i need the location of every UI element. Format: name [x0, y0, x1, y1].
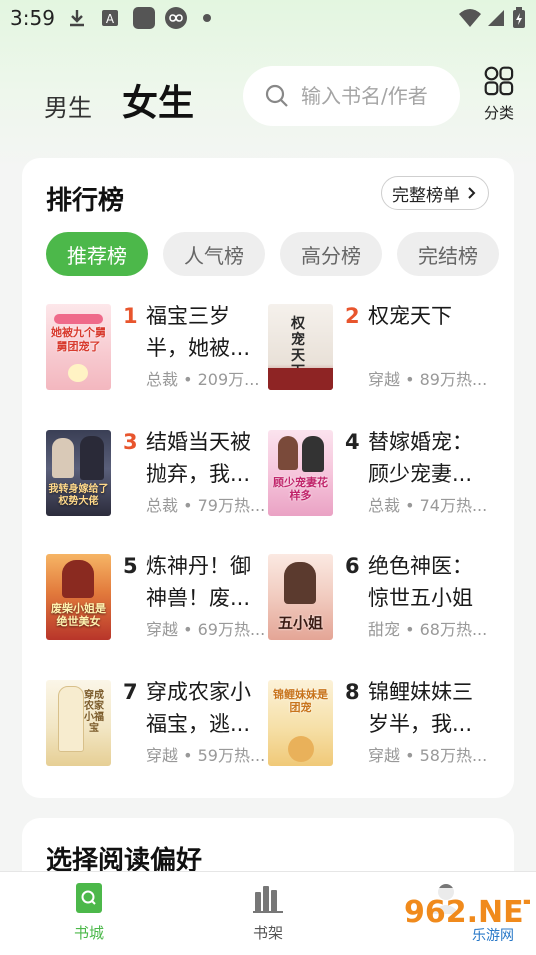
- cover-title: 顾少宠妻花样多: [273, 476, 328, 502]
- book-cover: 权宠天下: [268, 304, 333, 390]
- tab-male[interactable]: 男生: [44, 88, 92, 123]
- book-meta: 总裁 • 79万热...: [146, 496, 266, 515]
- nav-bookshelf[interactable]: 书架: [228, 882, 308, 943]
- book-cover: 锦鲤妹妹是团宠: [268, 680, 333, 766]
- svg-text:A: A: [106, 12, 115, 26]
- book-item[interactable]: 穿成农家小福宝 7 穿成农家小福宝，逃... 穿越 • 59万热...: [46, 680, 268, 770]
- category-label: 分类: [483, 104, 514, 122]
- book-title: 绝色神医：惊世五小姐: [368, 554, 473, 610]
- cover-title: 她被九个舅舅团宠了: [51, 326, 106, 353]
- book-title: 穿成农家小福宝，逃...: [146, 680, 251, 736]
- book-cover: 我转身嫁给了权势大佬: [46, 430, 111, 516]
- book-meta: 甜宠 • 68万热...: [368, 620, 488, 639]
- book-cover: 她被九个舅舅团宠了: [46, 304, 111, 390]
- book-item[interactable]: 她被九个舅舅团宠了 1 福宝三岁半，她被... 总裁 • 209万...: [46, 304, 268, 394]
- book-meta: 总裁 • 74万热...: [368, 496, 488, 515]
- tab-female[interactable]: 女生: [122, 74, 194, 126]
- status-bar: 3:59 A: [0, 0, 536, 36]
- top-header: 男生 女生 分类: [0, 60, 536, 140]
- category-button[interactable]: 分类: [478, 66, 520, 123]
- book-meta: 穿越 • 59万热...: [146, 746, 266, 765]
- rank-number: 1: [123, 304, 138, 328]
- nav-bookstore[interactable]: 书城: [49, 882, 129, 943]
- battery-icon: [513, 7, 525, 28]
- app-square-icon: [133, 7, 155, 29]
- wifi-icon: [459, 9, 481, 27]
- book-title: 结婚当天被抛弃，我...: [146, 430, 251, 486]
- book-item[interactable]: 五小姐 6 绝色神医：惊世五小姐 甜宠 • 68万热...: [268, 554, 490, 644]
- search-box[interactable]: [243, 66, 460, 126]
- infinity-icon: [165, 7, 187, 29]
- book-title: 权宠天下: [368, 304, 452, 328]
- cover-title: 我转身嫁给了权势大佬: [48, 484, 109, 507]
- bookstore-icon: [76, 883, 102, 913]
- book-item[interactable]: 我转身嫁给了权势大佬 3 结婚当天被抛弃，我... 总裁 • 79万热...: [46, 430, 268, 520]
- full-list-button[interactable]: 完整榜单: [381, 176, 489, 210]
- watermark-sub: 乐游网: [472, 928, 514, 944]
- rank-number: 6: [345, 554, 360, 578]
- chip-popular[interactable]: 人气榜: [163, 232, 265, 276]
- download-icon: [70, 10, 84, 27]
- chip-completed[interactable]: 完结榜: [397, 232, 499, 276]
- ranking-title: 排行榜: [46, 186, 125, 216]
- status-time: 3:59: [10, 6, 55, 30]
- book-meta: 穿越 • 89万热...: [368, 370, 488, 389]
- rank-number: 5: [123, 554, 138, 578]
- a-badge-icon: A: [102, 10, 118, 26]
- signal-icon: [488, 10, 504, 26]
- ranking-card: 排行榜 完整榜单 推荐榜 人气榜 高分榜 完结榜 她被九个舅舅团宠了 1 福宝三…: [22, 158, 514, 798]
- chip-high-score[interactable]: 高分榜: [280, 232, 382, 276]
- cover-title: 废柴小姐是绝世美女: [51, 602, 106, 628]
- book-title: 替嫁婚宠：顾少宠妻...: [368, 430, 473, 486]
- nav-bookshelf-label: 书架: [252, 924, 283, 942]
- rank-number: 8: [345, 680, 360, 704]
- full-list-label: 完整榜单: [392, 185, 460, 206]
- rank-number: 4: [345, 430, 360, 454]
- book-item[interactable]: 锦鲤妹妹是团宠 8 锦鲤妹妹三岁半，我... 穿越 • 58万热...: [268, 680, 490, 770]
- book-cover: 五小姐: [268, 554, 333, 640]
- book-item[interactable]: 废柴小姐是绝世美女 5 炼神丹！御神兽！废... 穿越 • 69万热...: [46, 554, 268, 644]
- search-icon: [265, 84, 288, 107]
- book-item[interactable]: 顾少宠妻花样多 4 替嫁婚宠：顾少宠妻... 总裁 • 74万热...: [268, 430, 490, 520]
- cover-title: 五小姐: [277, 614, 323, 632]
- chip-recommend[interactable]: 推荐榜: [46, 232, 148, 276]
- cover-title: 锦鲤妹妹是团宠: [273, 688, 328, 714]
- book-meta: 穿越 • 69万热...: [146, 620, 266, 639]
- dot-icon: [203, 14, 211, 22]
- rank-number: 3: [123, 430, 138, 454]
- watermark-text: 962.NET: [404, 895, 530, 930]
- book-cover: 顾少宠妻花样多: [268, 430, 333, 516]
- book-title: 福宝三岁半，她被...: [146, 304, 251, 360]
- book-title: 炼神丹！御神兽！废...: [146, 554, 251, 610]
- grid-icon: [484, 66, 514, 96]
- bookshelf-icon: [253, 886, 283, 913]
- nav-bookstore-label: 书城: [73, 924, 104, 942]
- rank-number: 7: [123, 680, 138, 704]
- watermark-logo: 962.NET 乐游网: [398, 888, 536, 946]
- book-cover: 废柴小姐是绝世美女: [46, 554, 111, 640]
- book-meta: 穿越 • 58万热...: [368, 746, 488, 765]
- book-title: 锦鲤妹妹三岁半，我...: [368, 680, 473, 736]
- book-item[interactable]: 权宠天下 2 权宠天下 穿越 • 89万热...: [268, 304, 490, 394]
- book-meta: 总裁 • 209万...: [146, 370, 260, 389]
- rank-number: 2: [345, 304, 360, 328]
- cover-title: 穿成农家小福宝: [84, 690, 104, 734]
- chevron-right-icon: [468, 187, 476, 199]
- search-input[interactable]: [301, 84, 451, 108]
- book-cover: 穿成农家小福宝: [46, 680, 111, 766]
- site-watermark: 962.NET 乐游网: [398, 888, 536, 946]
